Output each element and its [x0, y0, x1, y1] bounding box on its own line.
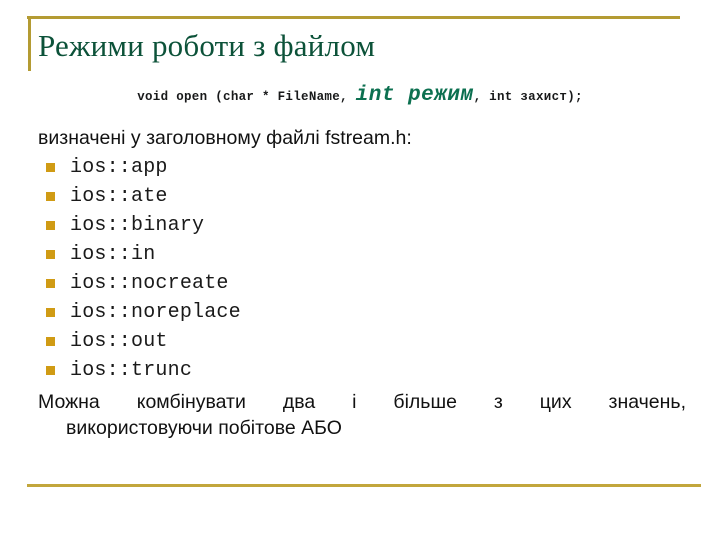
left-gold-rule [28, 16, 31, 71]
code-signature-suffix: , int захист); [473, 90, 583, 104]
slide-canvas: Режими роботи з файлом void open (char *… [0, 0, 720, 540]
list-item: ios::noreplace [38, 298, 686, 327]
square-bullet-icon [46, 279, 55, 288]
mode-label: ios::trunc [70, 358, 193, 382]
mode-label: ios::binary [70, 213, 205, 237]
list-item: ios::in [38, 240, 686, 269]
mode-label: ios::app [70, 155, 168, 179]
intro-text: визначені у заголовному файлі fstream.h: [38, 127, 412, 149]
list-item: ios::nocreate [38, 269, 686, 298]
mode-label: ios::noreplace [70, 300, 241, 324]
list-item: ios::out [38, 327, 686, 356]
list-item: ios::binary [38, 211, 686, 240]
square-bullet-icon [46, 366, 55, 375]
code-signature-line: void open (char * FileName, int режим, i… [0, 84, 720, 107]
square-bullet-icon [46, 308, 55, 317]
file-mode-list: ios::app ios::ate ios::binary ios::in io… [38, 153, 686, 385]
code-signature-space-1 [348, 90, 356, 104]
square-bullet-icon [46, 163, 55, 172]
mode-label: ios::ate [70, 184, 168, 208]
list-item: ios::trunc [38, 356, 686, 385]
square-bullet-icon [46, 337, 55, 346]
slide-body: визначені у заголовному файлі fstream.h:… [38, 126, 686, 441]
slide-title: Режими роботи з файлом [38, 28, 376, 63]
mode-label: ios::nocreate [70, 271, 229, 295]
list-item: ios::ate [38, 182, 686, 211]
top-gold-rule [27, 16, 680, 19]
outro-line-1: Можна комбінувати два і більше з цих зна… [38, 391, 686, 413]
square-bullet-icon [46, 192, 55, 201]
square-bullet-icon [46, 221, 55, 230]
mode-label: ios::out [70, 329, 168, 353]
list-item: ios::app [38, 153, 686, 182]
outro-paragraph: Можна комбінувати два і більше з цих зна… [38, 389, 686, 441]
mode-label: ios::in [70, 242, 156, 266]
outro-line-2: використовуючи побітове АБО [66, 417, 342, 439]
bottom-gold-rule [27, 484, 701, 487]
square-bullet-icon [46, 250, 55, 259]
code-signature-prefix: void open (char * FileName, [137, 90, 348, 104]
code-signature-highlight: int режим [355, 84, 474, 107]
